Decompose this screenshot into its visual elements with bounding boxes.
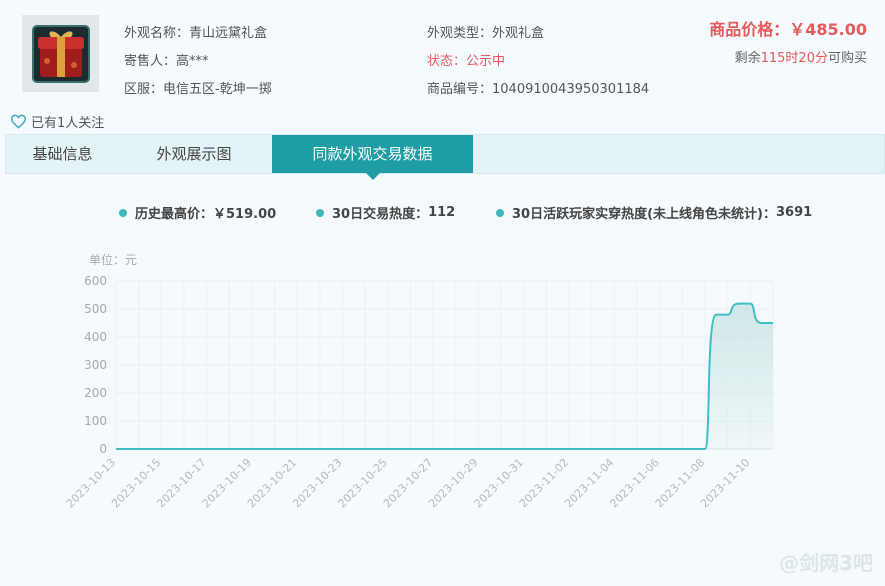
- tab-basic-info[interactable]: 基础信息: [6, 135, 119, 173]
- y-tick-label: 200: [84, 386, 107, 400]
- remaining-time: 剩余115时20分可购买: [735, 47, 867, 66]
- item-type: 外观礼盒: [492, 26, 545, 41]
- bullet-dot-icon: [119, 208, 127, 217]
- server-row: 区服：电信五区-乾坤一掷: [124, 78, 272, 97]
- remain-minutes: 20: [798, 51, 815, 66]
- stat-trade-heat: 30日交易热度： 112: [316, 203, 455, 222]
- series-line: [116, 302, 773, 450]
- item-thumbnail: [22, 15, 99, 92]
- item-name: 青山远黛礼盒: [189, 26, 268, 41]
- remain-prefix: 剩余: [734, 51, 761, 66]
- item-id-label: 商品编号：: [427, 82, 493, 97]
- price-label: 商品价格：: [709, 20, 790, 39]
- price-value: ￥485.00: [789, 20, 867, 39]
- x-tick-label: 2023-11-10: [698, 456, 752, 510]
- stat-value: 112: [428, 205, 456, 220]
- y-tick-label: 100: [84, 414, 107, 428]
- seller-row: 寄售人：高***: [124, 50, 209, 69]
- server-name: 电信五区-乾坤一掷: [163, 82, 272, 97]
- status-row: 状态：公示中: [427, 50, 505, 69]
- remain-suffix: 可购买: [827, 51, 867, 66]
- seller-label: 寄售人：: [124, 54, 177, 69]
- price-history-chart: 单位：元01002003004005006002023-10-132023-10…: [64, 252, 774, 510]
- seller-name: 高***: [176, 54, 209, 69]
- item-type-label: 外观类型：: [427, 26, 493, 41]
- tab-trade-data[interactable]: 同款外观交易数据: [272, 135, 473, 180]
- bullet-dot-icon: [496, 208, 504, 217]
- stat-value: ￥519.00: [213, 207, 277, 222]
- gift-box-icon: [31, 24, 90, 83]
- item-type-row: 外观类型：外观礼盒: [427, 22, 544, 41]
- item-id: 1040910043950301184: [492, 82, 650, 97]
- series-area: [116, 303, 773, 449]
- stat-label: 30日活跃玩家实穿热度(未上线角色未统计)：: [512, 207, 776, 222]
- status-label: 状态：: [427, 54, 467, 69]
- stat-max-price: 历史最高价： ￥519.00: [119, 203, 276, 222]
- price-row: 商品价格：￥485.00: [709, 16, 867, 40]
- tab-trade-data-label: 同款外观交易数据: [312, 145, 433, 163]
- tab-bar: 基础信息 外观展示图 同款外观交易数据: [5, 134, 885, 180]
- stat-value: 3691: [775, 205, 813, 220]
- y-tick-label: 400: [84, 330, 107, 344]
- item-name-label: 外观名称：: [124, 26, 190, 41]
- follow-text: 已有1人关注: [31, 116, 105, 131]
- heart-outline-icon: [10, 114, 27, 129]
- item-name-row: 外观名称：青山远黛礼盒: [124, 22, 267, 41]
- bullet-dot-icon: [316, 208, 324, 217]
- remain-hours: 115: [760, 51, 786, 66]
- y-tick-label: 0: [99, 442, 107, 456]
- item-id-row: 商品编号：1040910043950301184: [427, 78, 649, 97]
- tab-appearance-images[interactable]: 外观展示图: [134, 135, 254, 173]
- y-tick-label: 500: [84, 302, 107, 316]
- server-label: 区服：: [124, 82, 164, 97]
- y-tick-label: 600: [84, 274, 107, 288]
- stat-label: 30日交易热度：: [332, 207, 429, 222]
- y-tick-label: 300: [84, 358, 107, 372]
- follow-button[interactable]: 已有1人关注: [10, 112, 104, 131]
- watermark: @剑网3吧: [779, 551, 873, 575]
- active-tab-caret: [365, 173, 380, 180]
- y-unit-label: 单位：元: [89, 252, 137, 267]
- minute-unit: 分: [814, 51, 828, 66]
- hour-unit: 时: [785, 51, 799, 66]
- status-value: 公示中: [466, 54, 506, 69]
- stat-label: 历史最高价：: [135, 207, 214, 222]
- stat-wear-heat: 30日活跃玩家实穿热度(未上线角色未统计)： 3691: [496, 203, 812, 222]
